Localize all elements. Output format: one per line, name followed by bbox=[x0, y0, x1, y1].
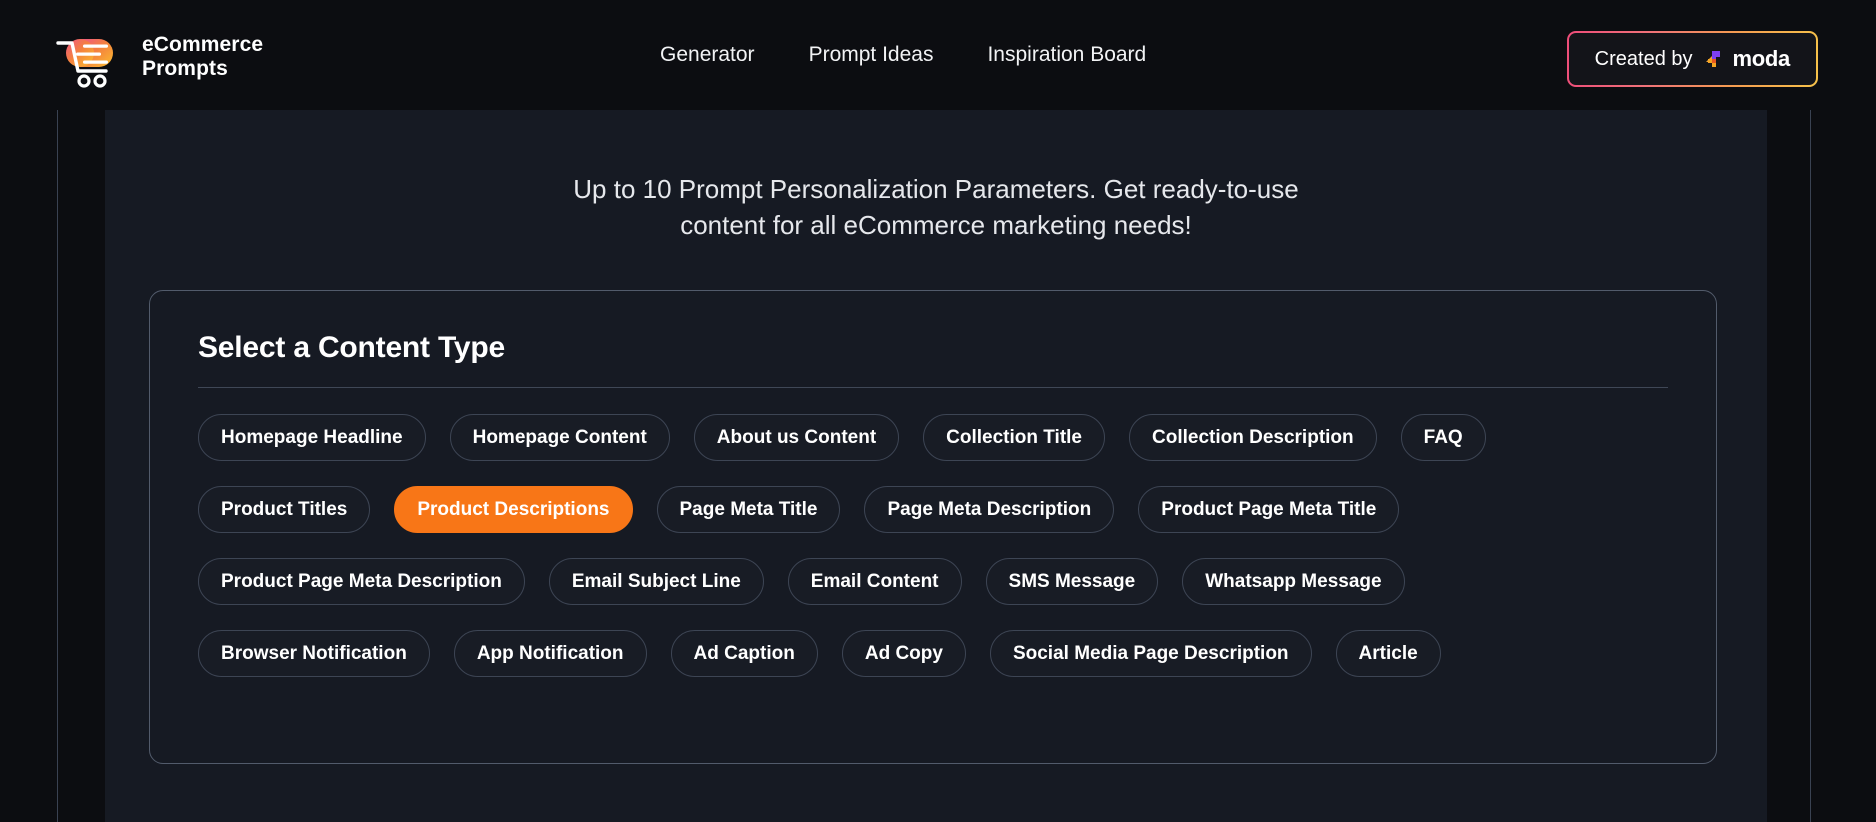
nav-item-inspiration-board[interactable]: Inspiration Board bbox=[967, 35, 1166, 75]
main-content-panel: Up to 10 Prompt Personalization Paramete… bbox=[105, 110, 1767, 822]
content-type-row: Product Page Meta Description Email Subj… bbox=[198, 558, 1668, 605]
right-guide-rail bbox=[1810, 110, 1811, 822]
content-type-option[interactable]: Ad Copy bbox=[841, 630, 966, 677]
content-type-option[interactable]: Homepage Headline bbox=[198, 414, 426, 461]
content-type-row: Homepage Headline Homepage Content About… bbox=[198, 414, 1668, 461]
content-type-option[interactable]: Article bbox=[1335, 630, 1441, 677]
content-type-option[interactable]: Ad Caption bbox=[670, 630, 818, 677]
content-type-row: Browser Notification App Notification Ad… bbox=[198, 630, 1668, 677]
content-type-row: Product Titles Product Descriptions Page… bbox=[198, 486, 1668, 533]
brand-name: eCommerce Prompts bbox=[142, 33, 263, 80]
page-subtitle-line1: Up to 10 Prompt Personalization Paramete… bbox=[573, 174, 1299, 204]
top-navigation-bar: eCommerce Prompts Generator Prompt Ideas… bbox=[0, 0, 1876, 110]
app-root: eCommerce Prompts Generator Prompt Ideas… bbox=[0, 0, 1876, 822]
brand-name-line1: eCommerce bbox=[142, 33, 264, 57]
brand-logo[interactable]: eCommerce Prompts bbox=[56, 26, 263, 88]
content-type-option[interactable]: SMS Message bbox=[985, 558, 1159, 605]
content-type-option[interactable]: App Notification bbox=[453, 630, 647, 677]
moda-brand-name: moda bbox=[1732, 46, 1791, 71]
content-type-option[interactable]: FAQ bbox=[1400, 414, 1486, 461]
moda-logo-icon bbox=[1702, 48, 1724, 70]
content-type-card: Select a Content Type Homepage Headline … bbox=[149, 290, 1717, 764]
page-subtitle-line2: content for all eCommerce marketing need… bbox=[680, 209, 1192, 240]
content-type-option-selected[interactable]: Product Descriptions bbox=[394, 486, 633, 533]
content-type-option[interactable]: Collection Description bbox=[1129, 414, 1377, 461]
card-title: Select a Content Type bbox=[198, 331, 505, 364]
content-type-option[interactable]: Social Media Page Description bbox=[989, 630, 1312, 677]
page-subtitle: Up to 10 Prompt Personalization Paramete… bbox=[486, 110, 1386, 244]
content-type-options: Homepage Headline Homepage Content About… bbox=[150, 388, 1716, 677]
shopping-cart-icon bbox=[56, 26, 126, 88]
created-by-label: Created by bbox=[1594, 47, 1693, 70]
content-type-option[interactable]: Whatsapp Message bbox=[1182, 558, 1405, 605]
content-type-option[interactable]: About us Content bbox=[693, 414, 900, 461]
main-nav: Generator Prompt Ideas Inspiration Board bbox=[640, 0, 1166, 110]
content-type-option[interactable]: Product Titles bbox=[198, 486, 371, 533]
nav-item-prompt-ideas[interactable]: Prompt Ideas bbox=[789, 35, 954, 75]
content-type-option[interactable]: Email Subject Line bbox=[548, 558, 764, 605]
content-type-option[interactable]: Page Meta Title bbox=[656, 486, 841, 533]
content-type-option[interactable]: Homepage Content bbox=[449, 414, 670, 461]
content-type-option[interactable]: Product Page Meta Description bbox=[198, 558, 525, 605]
content-type-option[interactable]: Browser Notification bbox=[198, 630, 430, 677]
content-type-option[interactable]: Email Content bbox=[787, 558, 962, 605]
brand-name-line2: Prompts bbox=[142, 57, 228, 80]
content-type-option[interactable]: Page Meta Description bbox=[864, 486, 1115, 533]
content-type-option[interactable]: Collection Title bbox=[923, 414, 1105, 461]
created-by-button[interactable]: Created by moda bbox=[1566, 31, 1818, 87]
left-guide-rail bbox=[57, 110, 58, 822]
nav-item-generator[interactable]: Generator bbox=[640, 35, 775, 75]
content-type-option[interactable]: Product Page Meta Title bbox=[1138, 486, 1400, 533]
